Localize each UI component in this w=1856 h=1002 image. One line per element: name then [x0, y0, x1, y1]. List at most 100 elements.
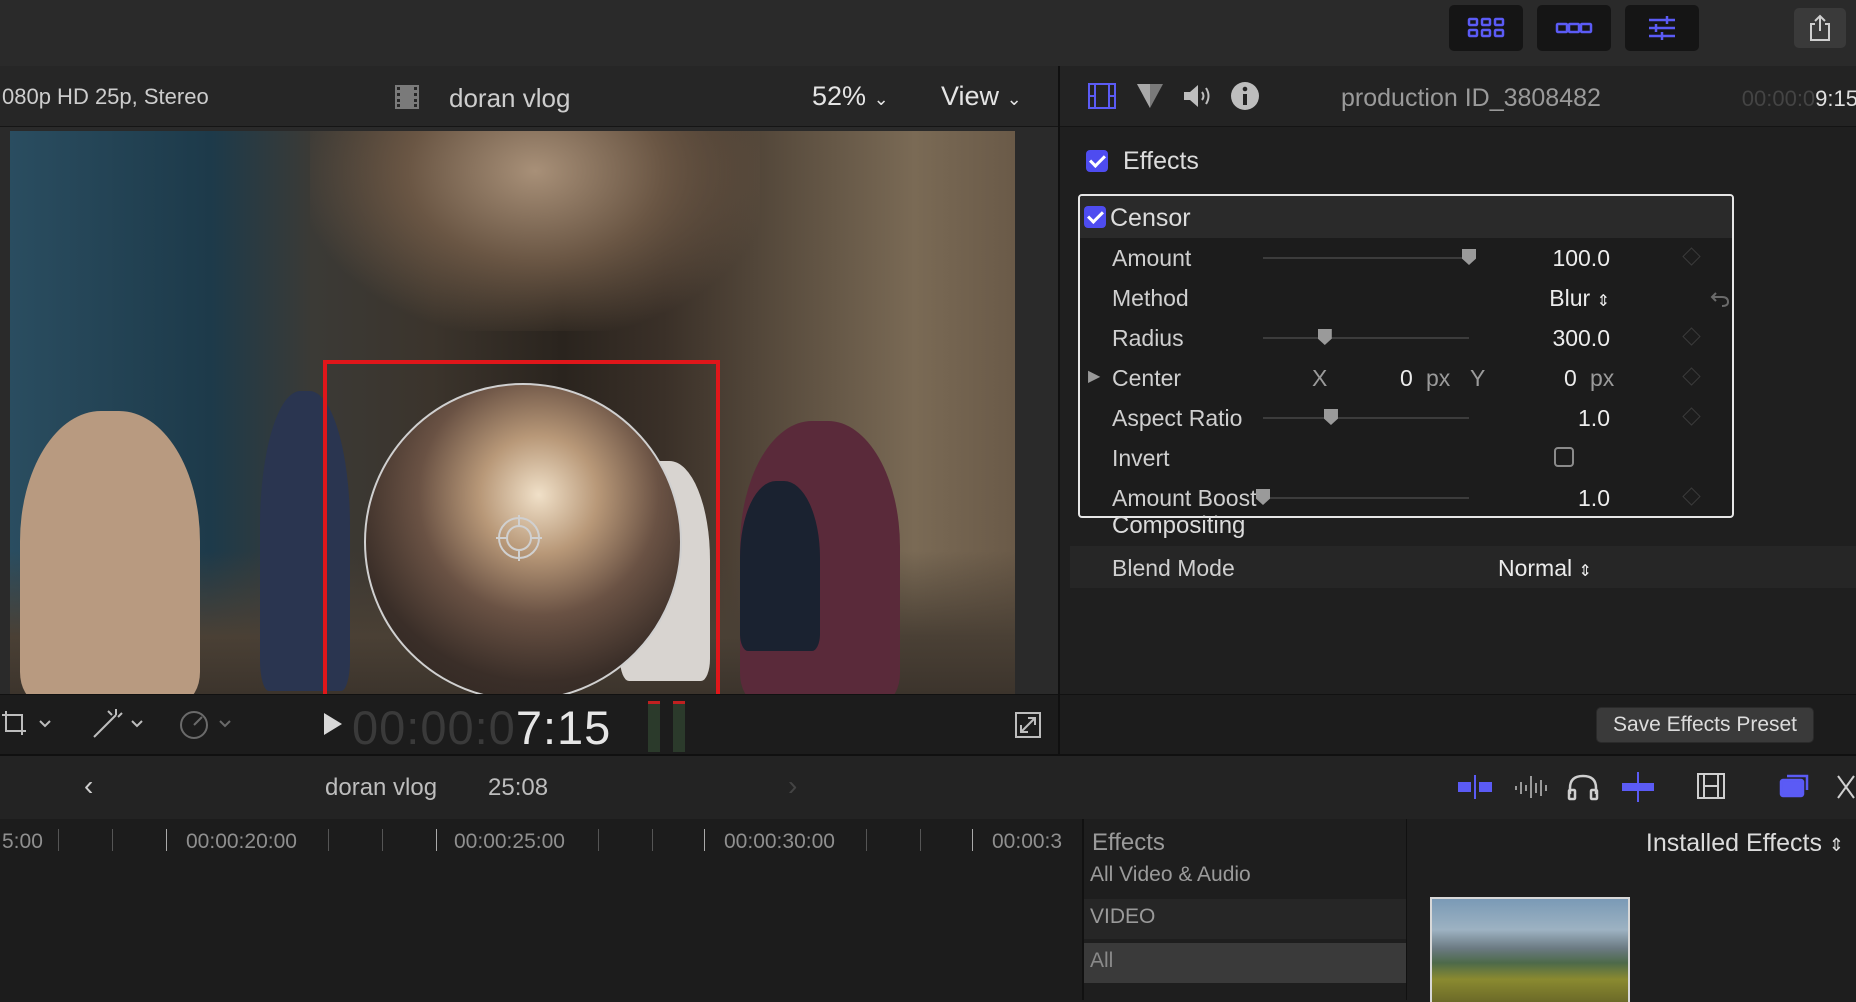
- timeline-duration: 25:08: [488, 774, 549, 801]
- radius-slider[interactable]: [1263, 329, 1469, 345]
- censor-checkbox[interactable]: [1084, 206, 1106, 228]
- effects-section-header[interactable]: Effects: [1086, 146, 1199, 176]
- amount-slider[interactable]: [1263, 249, 1476, 265]
- timeline-icon: [1555, 22, 1593, 34]
- category-header: VIDEO: [1084, 899, 1406, 939]
- fullscreen-icon[interactable]: [1014, 711, 1042, 739]
- aspect-ratio-slider[interactable]: [1263, 409, 1469, 425]
- viewer-clip-name: doran vlog: [449, 83, 571, 113]
- ruler-tick: [652, 829, 653, 851]
- share-button[interactable]: [1794, 8, 1846, 48]
- zoom-menu[interactable]: 52% ⌄: [812, 81, 889, 112]
- color-inspector-icon[interactable]: [1135, 82, 1165, 110]
- ruler-label: 00:00:25:00: [454, 830, 565, 853]
- audio-waveform-icon[interactable]: [1512, 772, 1550, 802]
- effects-browser-icon[interactable]: [1778, 770, 1812, 802]
- audio-meter: [648, 701, 660, 752]
- ruler-tick: [972, 829, 973, 851]
- installed-effects-menu[interactable]: Installed Effects ⇕: [1646, 829, 1844, 858]
- param-label: Invert: [1112, 445, 1170, 471]
- effects-checkbox[interactable]: [1086, 150, 1108, 173]
- invert-checkbox[interactable]: [1554, 447, 1574, 467]
- play-icon[interactable]: [322, 711, 344, 737]
- center-x-value[interactable]: 0: [1400, 365, 1413, 392]
- viewer-timecode: 00:00:07:15: [352, 700, 611, 755]
- timecode-dim: 00:00:0: [352, 701, 516, 754]
- save-effects-preset-button[interactable]: Save Effects Preset: [1596, 707, 1814, 743]
- method-popup[interactable]: Blur ⇕: [1460, 285, 1610, 312]
- inspector-header: production ID_3808482 00:00:09:15: [1060, 66, 1856, 127]
- headphones-icon[interactable]: [1566, 772, 1600, 802]
- disclosure-triangle-icon[interactable]: ▶: [1088, 366, 1100, 386]
- video-background: [310, 131, 760, 331]
- viewer-canvas[interactable]: [0, 127, 1058, 694]
- ruler-tick: [436, 829, 437, 851]
- keyframe-icon[interactable]: [1682, 327, 1701, 346]
- speed-icon[interactable]: [176, 707, 238, 741]
- chevron-down-icon: ⌄: [1006, 89, 1022, 109]
- ruler-tick: [598, 829, 599, 851]
- effects-category-list: Effects All Video & Audio VIDEO All: [1084, 819, 1407, 1000]
- transform-icon[interactable]: [88, 707, 150, 741]
- info-icon[interactable]: [1229, 80, 1261, 112]
- crop-icon[interactable]: [0, 709, 54, 739]
- amount-boost-slider[interactable]: [1256, 489, 1469, 505]
- compositing-header[interactable]: Compositing: [1112, 512, 1245, 540]
- browser-toggle-button[interactable]: [1449, 5, 1523, 51]
- param-label: Amount Boost: [1112, 485, 1257, 511]
- keyframe-icon[interactable]: [1682, 367, 1701, 386]
- keyframe-icon[interactable]: [1682, 487, 1701, 506]
- param-invert: Invert: [1080, 438, 1732, 478]
- center-x-label: X: [1312, 365, 1328, 391]
- ruler-tick: [920, 829, 921, 851]
- inspector-duration-bright: 9:15: [1815, 86, 1856, 111]
- center-y-value[interactable]: 0: [1564, 365, 1577, 392]
- param-value[interactable]: 100.0: [1460, 245, 1610, 272]
- param-value[interactable]: 300.0: [1460, 325, 1610, 352]
- param-aspect-ratio: Aspect Ratio 1.0: [1080, 398, 1732, 438]
- highlight-box: [323, 360, 720, 694]
- forward-chevron-icon[interactable]: ›: [788, 770, 797, 802]
- censor-header[interactable]: Censor: [1080, 196, 1732, 238]
- updown-chevron-icon: ⇕: [1596, 293, 1610, 310]
- keyframe-icon[interactable]: [1682, 247, 1701, 266]
- transitions-browser-icon[interactable]: [1836, 772, 1856, 802]
- param-value[interactable]: 1.0: [1460, 485, 1610, 512]
- slider-knob[interactable]: [1317, 329, 1332, 345]
- reset-icon[interactable]: [1710, 290, 1730, 308]
- param-label: Radius: [1112, 325, 1184, 351]
- inspector-panel: production ID_3808482 00:00:09:15 Effect…: [1058, 66, 1856, 755]
- slider-knob[interactable]: [1323, 409, 1338, 425]
- param-amount: Amount 100.0: [1080, 238, 1732, 278]
- ruler-tick: [166, 829, 167, 851]
- keyframe-icon[interactable]: [1682, 407, 1701, 426]
- category-item-selected[interactable]: All: [1084, 943, 1406, 983]
- ruler-tick: [704, 829, 705, 851]
- ruler-tick: [328, 829, 329, 851]
- effect-thumbnail[interactable]: [1430, 897, 1630, 1002]
- share-icon: [1810, 14, 1830, 41]
- blend-mode-popup[interactable]: Normal ⇕: [1498, 555, 1592, 582]
- category-item[interactable]: All Video & Audio: [1084, 857, 1406, 897]
- timeline-header: ‹ doran vlog 25:08 ›: [0, 754, 1856, 821]
- video-person: [20, 411, 200, 694]
- timeline-toggle-button[interactable]: [1537, 5, 1611, 51]
- clip-appearance-icon[interactable]: [1456, 772, 1494, 802]
- param-center: ▶ Center X 0 px Y 0 px: [1080, 358, 1732, 398]
- ruler-label: 00:00:20:00: [186, 830, 297, 853]
- timeline-ruler[interactable]: 5:00 00:00:20:00 00:00:25:00 00:00:30:00…: [0, 819, 1082, 1000]
- updown-chevron-icon: ⇕: [1578, 563, 1592, 580]
- param-value[interactable]: 1.0: [1460, 405, 1610, 432]
- param-label: Amount: [1112, 245, 1192, 271]
- inspector-toggle-button[interactable]: [1625, 5, 1699, 51]
- video-frame: [10, 131, 1015, 694]
- back-chevron-icon[interactable]: ‹: [84, 770, 93, 802]
- slider-knob[interactable]: [1256, 489, 1270, 505]
- skimming-icon[interactable]: [1618, 770, 1658, 804]
- ruler-label: 5:00: [2, 830, 43, 853]
- audio-inspector-icon[interactable]: [1182, 82, 1216, 110]
- video-inspector-icon[interactable]: [1087, 82, 1117, 110]
- grid-icon: [1467, 17, 1505, 38]
- view-menu[interactable]: View ⌄: [941, 81, 1022, 112]
- filmstrip-icon[interactable]: [1696, 772, 1726, 800]
